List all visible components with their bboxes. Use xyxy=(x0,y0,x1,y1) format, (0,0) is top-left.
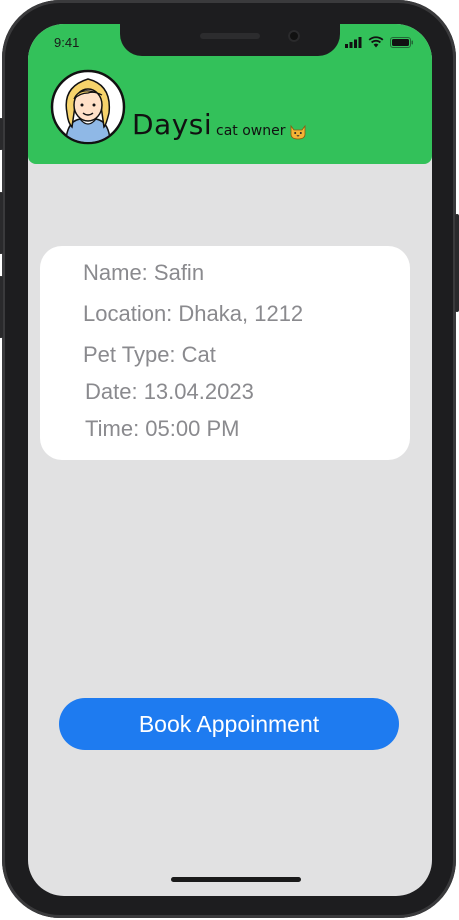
status-time: 9:41 xyxy=(54,35,80,50)
appointment-date: Date: 13.04.2023 xyxy=(85,379,254,404)
phone-frame: 9:41 Daysi cat owner Name: Safin Locatio… xyxy=(0,0,459,918)
pet-type: Pet Type: Cat xyxy=(83,342,216,367)
pet-owner-name: Name: Safin xyxy=(83,260,205,285)
wifi-icon xyxy=(368,36,384,48)
user-role: cat owner xyxy=(216,122,307,140)
home-indicator[interactable] xyxy=(171,877,301,882)
power-button xyxy=(455,214,459,312)
volume-down-button xyxy=(0,276,3,338)
woman-avatar-icon[interactable] xyxy=(50,69,126,145)
status-bar: 9:41 xyxy=(28,24,432,58)
mute-switch xyxy=(0,118,3,150)
profile-header: Daysi cat owner xyxy=(28,58,432,164)
speaker xyxy=(200,33,260,39)
user-name: Daysi xyxy=(132,108,213,141)
book-appointment-button[interactable]: Book Appoinment xyxy=(59,698,399,750)
notch xyxy=(120,24,340,56)
appointment-details-card: Name: Safin Location: Dhaka, 1212 Pet Ty… xyxy=(40,246,410,460)
battery-icon xyxy=(390,36,413,48)
appointment-time: Time: 05:00 PM xyxy=(85,416,240,441)
signal-icon xyxy=(345,36,362,48)
user-role-label: cat owner xyxy=(216,123,286,139)
cat-face-icon xyxy=(291,124,306,140)
appointment-location: Location: Dhaka, 1212 xyxy=(83,301,304,326)
front-camera xyxy=(288,30,300,42)
app-screen: 9:41 Daysi cat owner Name: Safin Locatio… xyxy=(28,24,432,896)
status-icons xyxy=(345,36,414,48)
volume-up-button xyxy=(0,192,3,254)
